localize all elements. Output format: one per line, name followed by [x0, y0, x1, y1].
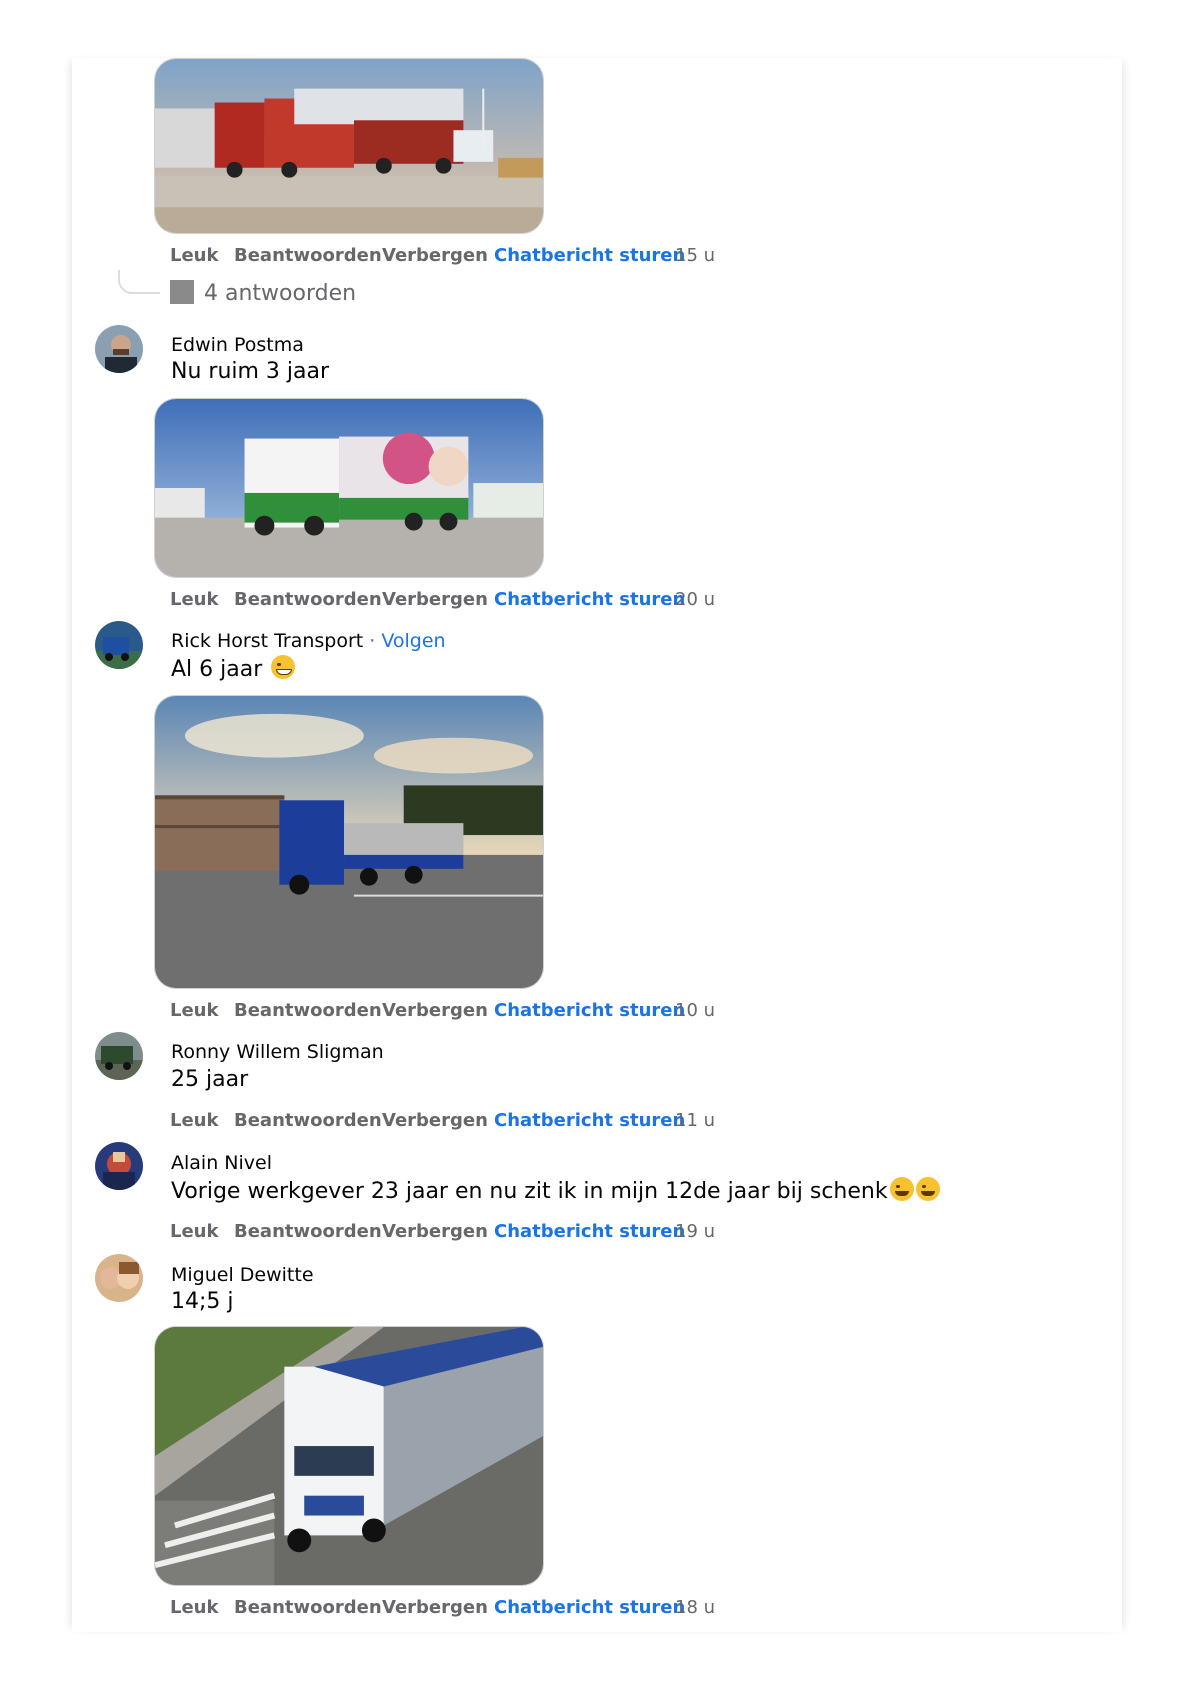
replies-icon	[170, 280, 194, 304]
avatar[interactable]	[95, 1032, 143, 1080]
message-button[interactable]: Chatbericht sturen	[494, 1221, 685, 1242]
reply-button[interactable]: Beantwoorden	[234, 1597, 382, 1618]
reply-button[interactable]: Beantwoorden	[234, 1000, 382, 1021]
wink-emoji-icon	[889, 1177, 914, 1201]
timestamp: 18 u	[675, 1597, 716, 1618]
hide-button[interactable]: Verbergen	[382, 589, 488, 610]
hide-button[interactable]: Verbergen	[382, 1110, 488, 1131]
reply-button[interactable]: Beantwoorden	[234, 1221, 382, 1242]
message-button[interactable]: Chatbericht sturen	[494, 1000, 685, 1021]
like-button[interactable]: Leuk	[170, 1221, 218, 1242]
comment-author[interactable]: Rick Horst Transport	[171, 630, 363, 652]
comment-text-row: Al 6 jaar	[171, 655, 296, 682]
reply-button[interactable]: Beantwoorden	[234, 589, 382, 610]
comment-image-trucks[interactable]	[154, 58, 544, 234]
comment-text-row: Vorige werkgever 23 jaar en nu zit ik in…	[171, 1177, 940, 1204]
like-button[interactable]: Leuk	[170, 1597, 218, 1618]
view-replies-link[interactable]: 4 antwoorden	[170, 280, 356, 306]
grin-emoji-icon	[271, 655, 296, 679]
comment-author[interactable]: Ronny Willem Sligman	[171, 1041, 384, 1063]
message-button[interactable]: Chatbericht sturen	[494, 1597, 685, 1618]
like-button[interactable]: Leuk	[170, 1110, 218, 1131]
hide-button[interactable]: Verbergen	[382, 1221, 488, 1242]
reply-button[interactable]: Beantwoorden	[234, 1110, 382, 1131]
comment-author[interactable]: Edwin Postma	[171, 334, 304, 356]
comment-image-truck-white[interactable]	[154, 1326, 544, 1586]
avatar[interactable]	[95, 1254, 143, 1302]
replies-label: 4 antwoorden	[204, 281, 357, 306]
reply-button[interactable]: Beantwoorden	[234, 245, 382, 266]
timestamp: 19 u	[675, 1221, 716, 1242]
comment-author[interactable]: Alain Nivel	[171, 1152, 272, 1174]
comment-image-truck-green[interactable]	[154, 398, 544, 578]
comment-text: Al 6 jaar	[171, 657, 263, 682]
thread-connector	[118, 270, 160, 294]
like-button[interactable]: Leuk	[170, 1000, 218, 1021]
avatar[interactable]	[95, 621, 143, 669]
timestamp: 20 u	[675, 589, 716, 610]
avatar[interactable]	[95, 1142, 143, 1190]
comment-text: Vorige werkgever 23 jaar en nu zit ik in…	[171, 1179, 888, 1204]
comment-text: Nu ruim 3 jaar	[171, 359, 330, 384]
comment-image-truck-blue[interactable]	[154, 695, 544, 989]
timestamp: 11 u	[675, 1110, 716, 1131]
wink-emoji-icon	[915, 1177, 940, 1201]
hide-button[interactable]: Verbergen	[382, 245, 488, 266]
message-button[interactable]: Chatbericht sturen	[494, 1110, 685, 1131]
comment-text: 25 jaar	[171, 1067, 249, 1092]
message-button[interactable]: Chatbericht sturen	[494, 245, 685, 266]
like-button[interactable]: Leuk	[170, 589, 218, 610]
comment-text: 14;5 j	[171, 1289, 234, 1314]
hide-button[interactable]: Verbergen	[382, 1000, 488, 1021]
follow-link[interactable]: · Volgen	[369, 630, 445, 652]
timestamp: 15 u	[675, 245, 716, 266]
message-button[interactable]: Chatbericht sturen	[494, 589, 685, 610]
comment-author-row: Rick Horst Transport · Volgen	[171, 630, 446, 652]
timestamp: 10 u	[675, 1000, 716, 1021]
comment-author[interactable]: Miguel Dewitte	[171, 1264, 314, 1286]
avatar[interactable]	[95, 325, 143, 373]
like-button[interactable]: Leuk	[170, 245, 218, 266]
hide-button[interactable]: Verbergen	[382, 1597, 488, 1618]
